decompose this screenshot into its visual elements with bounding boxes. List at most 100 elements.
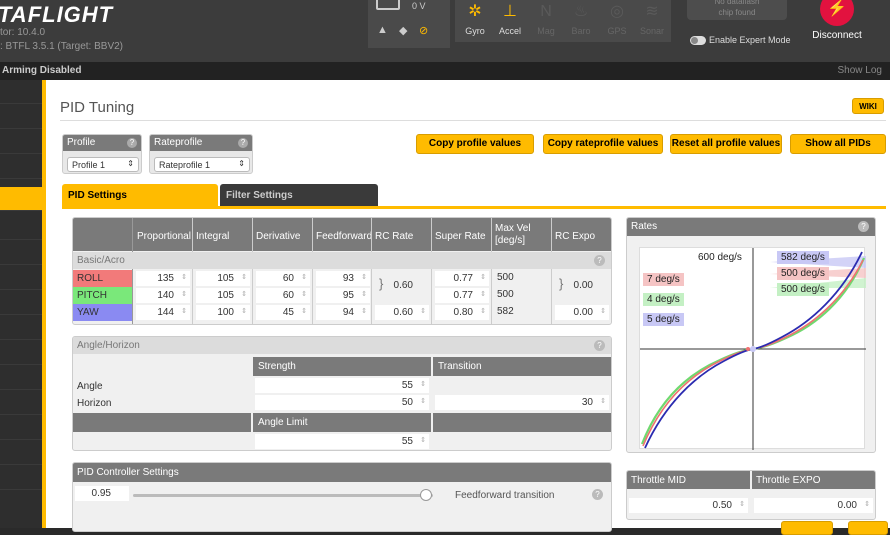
arming-status: Arming Disabled — [2, 65, 82, 76]
slider-handle[interactable] — [420, 489, 432, 501]
angle-horizon-header: Angle/Horizon ? — [73, 337, 611, 354]
pitch-i-input[interactable]: 105 ⇕ — [196, 288, 250, 303]
disconnect-button[interactable]: ⚡ Disconnect — [805, 0, 869, 41]
yaw-d-input[interactable]: 45 ⇕ — [256, 305, 310, 320]
pitch-max-vel: 500 — [497, 289, 514, 300]
link-icon: ⊘ — [419, 25, 429, 37]
tab-filter-settings[interactable]: Filter Settings — [220, 184, 378, 206]
sidebar-item[interactable] — [0, 155, 42, 179]
pitch-d-input[interactable]: 60 ⇕ — [256, 288, 310, 303]
angle-horizon-panel: Angle/Horizon ? Strength Transition Angl… — [72, 336, 612, 451]
refresh-button[interactable] — [781, 521, 833, 535]
pitch-p-input[interactable]: 140 ⇕ — [136, 288, 190, 303]
sidebar-item[interactable] — [0, 80, 42, 104]
sensor-accel: ⊥ Accel — [492, 0, 528, 36]
show-log-link[interactable]: Show Log — [838, 65, 882, 76]
help-icon[interactable]: ? — [592, 489, 603, 500]
tab-underline — [62, 206, 886, 209]
tab-pid-settings[interactable]: PID Settings — [62, 184, 218, 206]
sidebar-item[interactable] — [0, 241, 42, 265]
show-all-pids-button[interactable]: Show all PIDs — [790, 134, 886, 154]
help-icon[interactable]: ? — [238, 138, 248, 148]
throttle-mid-header: Throttle MID — [627, 471, 750, 489]
horizon-strength-input[interactable]: 50 ⇕ — [255, 395, 429, 410]
ff-transition-input[interactable]: 0.95 — [75, 486, 129, 501]
status-bar: Arming Disabled Show Log — [0, 62, 890, 80]
copy-profile-button[interactable]: Copy profile values — [416, 134, 534, 154]
ff-transition-slider[interactable] — [133, 494, 433, 497]
roll-p-input[interactable]: 135 ⇕ — [136, 271, 190, 286]
sidebar-item[interactable] — [0, 441, 42, 465]
battery-icon — [376, 0, 400, 10]
help-icon[interactable]: ? — [127, 138, 137, 148]
sidebar-item[interactable] — [0, 466, 42, 490]
sensor-gyro: ✲ Gyro — [457, 0, 493, 36]
expert-mode-toggle[interactable]: Enable Expert Mode — [690, 35, 791, 46]
rateprofile-select[interactable]: Rateprofile 1 ⇕ — [154, 157, 250, 172]
spinner-icon: ⇕ — [600, 398, 606, 405]
baro-icon: ♨ — [573, 3, 589, 20]
sidebar-item-pid-tuning[interactable] — [0, 187, 42, 211]
pitch-ff-input[interactable]: 95 ⇕ — [316, 288, 370, 303]
rates-panel: Rates ? 600 deg/s 7 deg/s 4 deg/s 5 deg/… — [626, 217, 876, 453]
wiki-button[interactable]: WIKI — [852, 98, 884, 114]
sidebar-item[interactable] — [0, 216, 42, 240]
sidebar-item[interactable] — [0, 366, 42, 390]
help-icon[interactable]: ? — [594, 255, 605, 266]
throttle-panel: Throttle MID Throttle EXPO 0.50 ⇕ 0.00 ⇕ — [626, 470, 876, 520]
spinner-icon: ⇕ — [420, 308, 426, 315]
spinner-icon: ⇕ — [241, 308, 247, 315]
profile-select[interactable]: Profile 1 ⇕ — [67, 157, 139, 172]
app-logo: TAFLIGHT — [0, 2, 114, 27]
roll-d-input[interactable]: 60 ⇕ — [256, 271, 310, 286]
throttle-expo-input[interactable]: 0.00 ⇕ — [754, 498, 873, 513]
main-content: PID Tuning WIKI Profile ? Profile 1 ⇕ Rat… — [42, 80, 890, 535]
sidebar-item[interactable] — [0, 416, 42, 440]
pid-controller-header: PID Controller Settings — [73, 463, 611, 482]
rates-header: Rates ? — [627, 218, 875, 236]
angle-limit-input[interactable]: 55 ⇕ — [255, 434, 429, 449]
roll-i-input[interactable]: 105 ⇕ — [196, 271, 250, 286]
rateprofile-label: Rateprofile — [150, 135, 252, 151]
roll-super-rate-input[interactable]: 0.77 ⇕ — [435, 271, 489, 286]
sidebar-item[interactable] — [0, 130, 42, 154]
toggle-switch[interactable] — [690, 36, 706, 46]
rollpitch-rc-expo-input[interactable]: 0.00 — [569, 278, 597, 293]
axis-label-pitch: PITCH — [73, 287, 132, 304]
yaw-i-input[interactable]: 100 ⇕ — [196, 305, 250, 320]
rollpitch-rc-rate-input[interactable]: 0.60 — [387, 278, 417, 293]
reset-profile-button[interactable]: Reset all profile values — [670, 134, 782, 154]
spinner-icon: ⇕ — [361, 274, 367, 281]
horizon-transition-input[interactable]: 30 ⇕ — [435, 395, 609, 410]
sensor-mag: N Mag — [528, 0, 564, 36]
yaw-rc-rate-input[interactable]: 0.60 ⇕ — [375, 305, 429, 320]
throttle-mid-input[interactable]: 0.50 ⇕ — [629, 498, 748, 513]
sidebar-item[interactable] — [0, 391, 42, 415]
sidebar-item[interactable] — [0, 316, 42, 340]
basic-acro-header: Basic/Acro ? — [73, 252, 611, 269]
yaw-p-input[interactable]: 144 ⇕ — [136, 305, 190, 320]
copy-rateprofile-button[interactable]: Copy rateprofile values — [543, 134, 663, 154]
expert-mode-label: Enable Expert Mode — [709, 35, 791, 45]
max-rate-label: 600 deg/s — [698, 252, 742, 263]
yaw-max-rate: 582 deg/s — [777, 251, 829, 264]
sidebar-item[interactable] — [0, 266, 42, 290]
help-icon[interactable]: ? — [594, 340, 605, 351]
pitch-super-rate-input[interactable]: 0.77 ⇕ — [435, 288, 489, 303]
sidebar-item[interactable] — [0, 341, 42, 365]
yaw-ff-input[interactable]: 94 ⇕ — [316, 305, 370, 320]
yaw-rc-expo-input[interactable]: 0.00 ⇕ — [555, 305, 609, 320]
gps-icon: ◎ — [610, 3, 624, 20]
sidebar-item[interactable] — [0, 105, 42, 129]
spinner-icon: ⇕ — [181, 274, 187, 281]
yaw-super-rate-input[interactable]: 0.80 ⇕ — [435, 305, 489, 320]
axis-label-yaw: YAW — [73, 304, 132, 321]
spinner-icon: ⇕ — [420, 381, 426, 388]
angle-strength-input[interactable]: 55 ⇕ — [255, 378, 429, 393]
sidebar-item[interactable] — [0, 291, 42, 315]
save-button[interactable] — [848, 521, 888, 535]
spinner-icon: ⇕ — [301, 308, 307, 315]
throttle-expo-header: Throttle EXPO — [752, 471, 875, 489]
roll-ff-input[interactable]: 93 ⇕ — [316, 271, 370, 286]
help-icon[interactable]: ? — [858, 221, 869, 232]
